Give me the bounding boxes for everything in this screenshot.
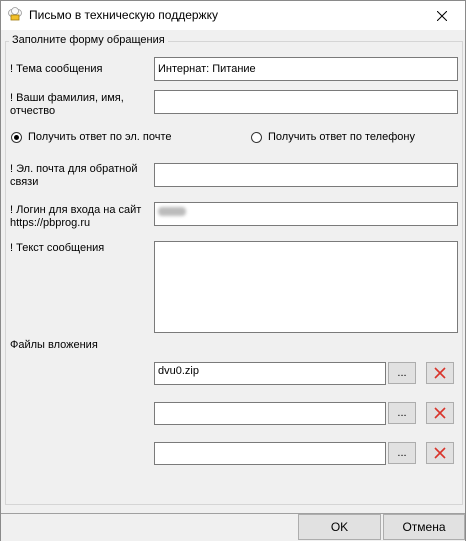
button-bar: OK Отмена xyxy=(1,513,465,541)
reply-email-label: Получить ответ по эл. почте xyxy=(28,131,172,143)
red-x-icon xyxy=(434,447,446,459)
attachment-delete-button-1[interactable] xyxy=(426,362,454,384)
message-label: ! Текст сообщения xyxy=(10,242,105,254)
attachment-delete-button-2[interactable] xyxy=(426,402,454,424)
attachments-label: Файлы вложения xyxy=(10,339,98,351)
group-title: Заполните форму обращения xyxy=(9,34,168,46)
reply-phone-radio[interactable]: Получить ответ по телефону xyxy=(251,131,415,143)
subject-label: ! Тема сообщения xyxy=(10,63,103,75)
login-input[interactable] xyxy=(154,202,458,226)
attachment-browse-button-3[interactable]: ... xyxy=(388,442,416,464)
name-label-line2: отчество xyxy=(10,105,56,117)
dialog-window: Письмо в техническую поддержку Заполните… xyxy=(0,0,466,541)
close-button[interactable] xyxy=(419,1,465,30)
radio-indicator xyxy=(11,131,22,143)
message-textarea[interactable] xyxy=(154,241,458,333)
chef-hat-icon xyxy=(7,7,23,23)
red-x-icon xyxy=(434,407,446,419)
redacted-value xyxy=(158,207,186,216)
login-label-line1: ! Логин для входа на сайт xyxy=(10,204,142,216)
title-bar: Письмо в техническую поддержку xyxy=(1,1,465,30)
cancel-button[interactable]: Отмена xyxy=(383,514,465,540)
attachment-delete-button-3[interactable] xyxy=(426,442,454,464)
radio-indicator xyxy=(251,131,262,143)
window-title: Письмо в техническую поддержку xyxy=(29,8,218,22)
close-icon xyxy=(437,10,447,21)
attachment-field-3[interactable] xyxy=(154,442,386,465)
attachment-field-1[interactable]: dvu0.zip xyxy=(154,362,386,385)
reply-phone-label: Получить ответ по телефону xyxy=(268,131,415,143)
red-x-icon xyxy=(434,367,446,379)
name-input[interactable] xyxy=(154,90,458,114)
email-input[interactable] xyxy=(154,163,458,187)
attachment-browse-button-1[interactable]: ... xyxy=(388,362,416,384)
attachment-field-2[interactable] xyxy=(154,402,386,425)
subject-input[interactable]: Интернат: Питание xyxy=(154,57,458,81)
email-label-line2: связи xyxy=(10,176,39,188)
attachment-browse-button-2[interactable]: ... xyxy=(388,402,416,424)
email-label-line1: ! Эл. почта для обратной xyxy=(10,163,138,175)
name-label-line1: ! Ваши фамилия, имя, xyxy=(10,92,124,104)
login-label-line2: https://pbprog.ru xyxy=(10,217,91,229)
ok-button[interactable]: OK xyxy=(298,514,381,540)
reply-email-radio[interactable]: Получить ответ по эл. почте xyxy=(11,131,172,143)
